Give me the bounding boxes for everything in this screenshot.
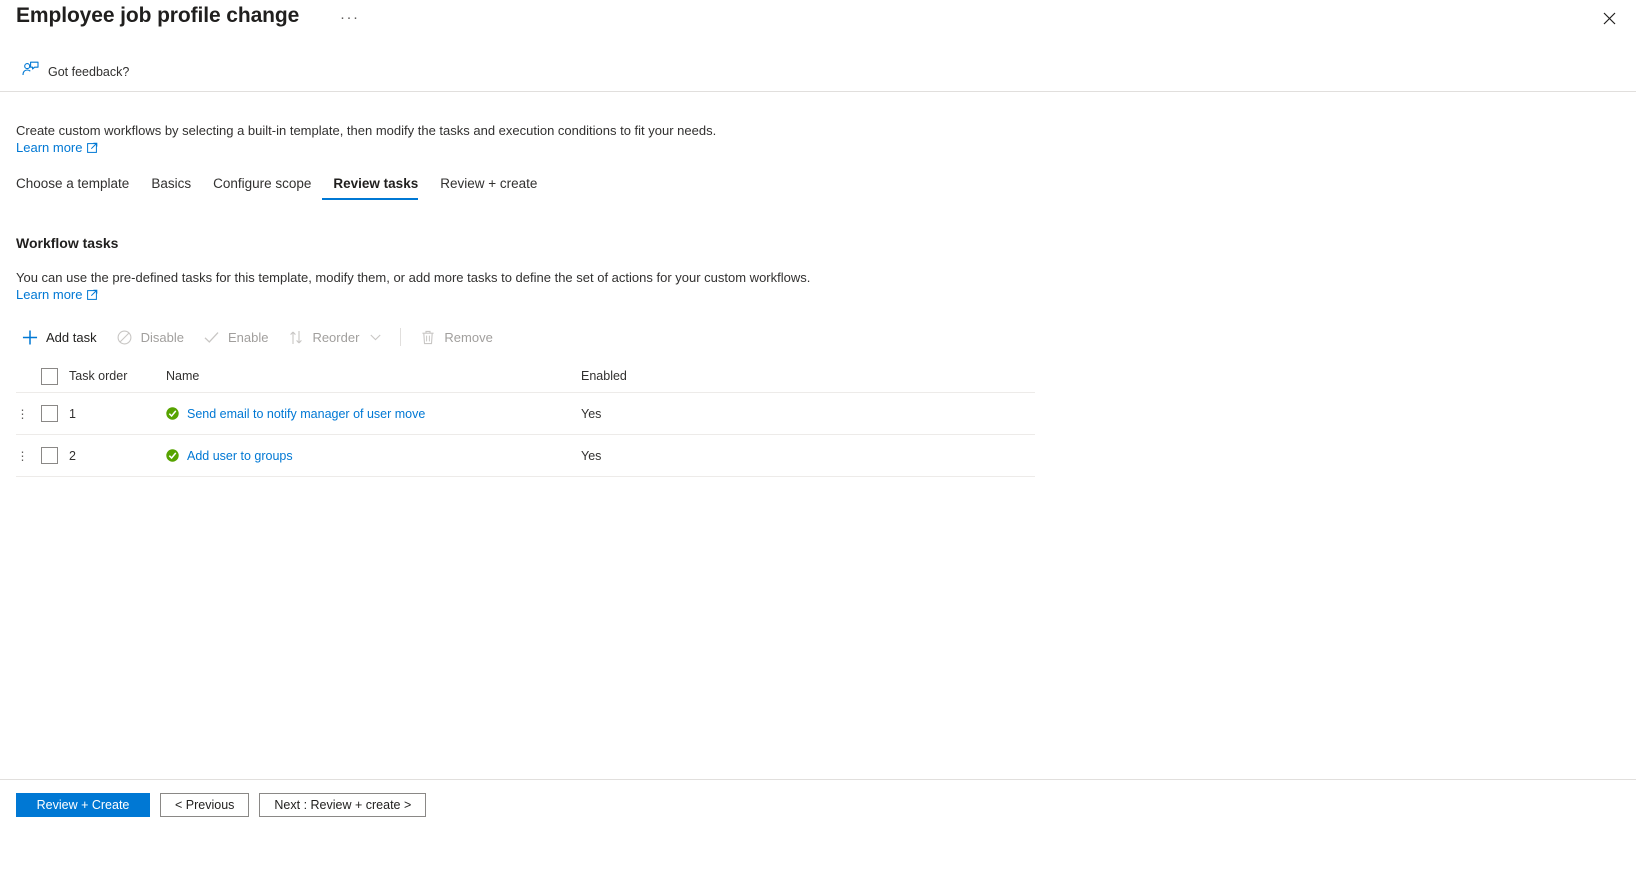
external-link-icon — [87, 142, 98, 153]
tasks-command-bar: Add task Disable Enable Reorder Remove — [16, 322, 503, 352]
header-divider — [0, 91, 1636, 92]
tab-review-create[interactable]: Review + create — [429, 176, 548, 200]
close-icon[interactable] — [1596, 5, 1622, 31]
remove-task-button: Remove — [410, 324, 502, 350]
intro-learn-more-link[interactable]: Learn more — [16, 140, 98, 155]
checkbox-box[interactable] — [40, 405, 58, 422]
table-row[interactable]: ⋮ 1 Send email to notify manager of user… — [16, 393, 1035, 435]
section-learn-more-label: Learn more — [16, 287, 83, 302]
chevron-down-icon — [370, 334, 381, 341]
drag-handle-icon[interactable]: ⋮ — [16, 448, 29, 463]
vertical-dots-icon: ⋮ — [16, 406, 29, 421]
cell-task-name: Send email to notify manager of user mov… — [166, 407, 581, 421]
section-description: You can use the pre-defined tasks for th… — [16, 270, 811, 285]
got-feedback-button[interactable]: Got feedback? — [22, 61, 129, 82]
cell-enabled: Yes — [581, 406, 602, 421]
intro-description: Create custom workflows by selecting a b… — [16, 123, 717, 138]
section-description-block: You can use the pre-defined tasks for th… — [16, 269, 1216, 304]
next-button[interactable]: Next : Review + create > — [259, 793, 427, 817]
tab-choose-a-template[interactable]: Choose a template — [16, 176, 140, 200]
intro-block: Create custom workflows by selecting a b… — [16, 122, 1116, 157]
table-header-row: Task order Name Enabled — [16, 360, 1035, 393]
add-task-button[interactable]: Add task — [16, 324, 107, 350]
section-learn-more-link[interactable]: Learn more — [16, 287, 98, 302]
page-title: Employee job profile change — [16, 4, 300, 27]
task-name-link[interactable]: Add user to groups — [187, 449, 293, 463]
tab-configure-scope[interactable]: Configure scope — [202, 176, 322, 200]
previous-button[interactable]: < Previous — [160, 793, 250, 817]
row-checkbox[interactable] — [29, 405, 69, 422]
add-task-label: Add task — [46, 329, 97, 345]
external-link-icon — [87, 289, 98, 300]
wizard-tabs: Choose a template Basics Configure scope… — [16, 176, 548, 208]
disable-task-button: Disable — [107, 324, 194, 350]
drag-handle-icon[interactable]: ⋮ — [16, 406, 29, 421]
reorder-tasks-label: Reorder — [312, 329, 360, 345]
sort-arrows-icon — [288, 329, 304, 345]
row-checkbox[interactable] — [29, 447, 69, 464]
command-bar-divider — [400, 328, 402, 346]
cell-enabled: Yes — [581, 448, 602, 463]
checkmark-icon — [204, 329, 220, 345]
feedback-person-icon — [22, 61, 39, 82]
table-row[interactable]: ⋮ 2 Add user to groups Yes — [16, 435, 1035, 477]
block-circle-icon — [117, 329, 133, 345]
remove-task-label: Remove — [444, 329, 493, 345]
review-create-button[interactable]: Review + Create — [16, 793, 150, 817]
intro-learn-more-label: Learn more — [16, 140, 83, 155]
column-header-enabled: Enabled — [581, 369, 627, 383]
trash-icon — [420, 329, 436, 345]
wizard-footer: Review + Create < Previous Next : Review… — [16, 793, 427, 817]
task-name-link[interactable]: Send email to notify manager of user mov… — [187, 407, 425, 421]
cell-task-order: 1 — [69, 406, 76, 421]
more-options-button[interactable]: ··· — [336, 9, 364, 27]
vertical-dots-icon: ⋮ — [16, 448, 29, 463]
blade-header: Employee job profile change ··· — [0, 0, 1636, 46]
enable-task-button: Enable — [194, 324, 278, 350]
got-feedback-label: Got feedback? — [48, 64, 130, 79]
green-check-circle-icon — [166, 407, 179, 420]
select-all-checkbox[interactable] — [29, 367, 69, 385]
tab-review-tasks[interactable]: Review tasks — [322, 176, 429, 200]
tab-basics[interactable]: Basics — [140, 176, 202, 200]
checkbox-box[interactable] — [40, 367, 58, 385]
plus-icon — [22, 329, 38, 345]
reorder-tasks-button: Reorder — [278, 324, 391, 350]
section-title: Workflow tasks — [16, 235, 119, 251]
checkbox-box[interactable] — [40, 447, 58, 464]
green-check-circle-icon — [166, 449, 179, 462]
feedback-bar: Got feedback? — [0, 58, 1636, 88]
column-header-task-order: Task order — [69, 369, 128, 383]
workflow-tasks-table: Task order Name Enabled ⋮ 1 Send email t… — [16, 360, 1035, 477]
cell-task-order: 2 — [69, 448, 76, 463]
disable-task-label: Disable — [140, 329, 184, 345]
column-header-name: Name — [166, 369, 200, 383]
enable-task-label: Enable — [227, 329, 269, 345]
footer-divider — [0, 779, 1636, 780]
cell-task-name: Add user to groups — [166, 449, 581, 463]
